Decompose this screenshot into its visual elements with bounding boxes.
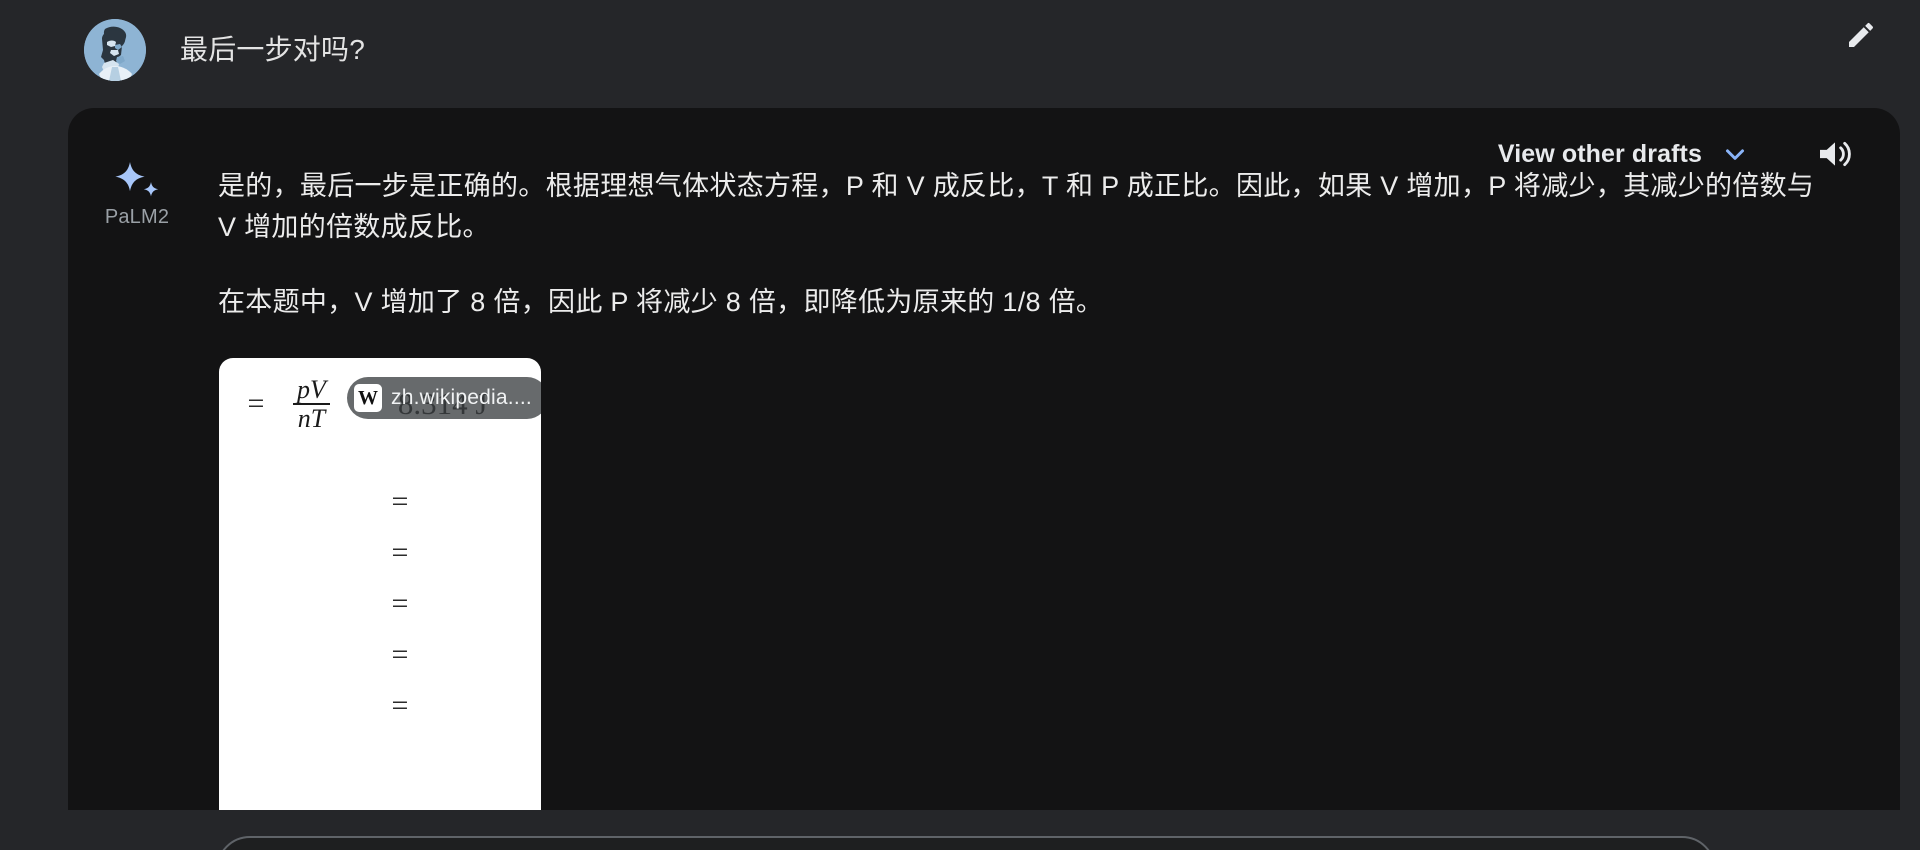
- answer-paragraph-2: 在本题中，V 增加了 8 倍，因此 P 将减少 8 倍，即降低为原来的 1/8 …: [218, 287, 1104, 317]
- equals-sign: =: [391, 536, 409, 569]
- answer-body: 是的，最后一步是正确的。根据理想气体状态方程，P 和 V 成反比，T 和 P 成…: [218, 166, 1840, 323]
- equals-sign: =: [247, 387, 265, 421]
- view-other-drafts-label: View other drafts: [1497, 139, 1702, 168]
- chevron-down-icon[interactable]: [1720, 139, 1750, 169]
- message-input-bar[interactable]: [216, 836, 1716, 850]
- formula-content: = pV nT 8.314 J = 0.0831ba = 0.0821a: [219, 358, 541, 810]
- equals-sign: =: [391, 638, 409, 671]
- chat-page: 最后一步对吗? View other drafts PaLM2 是的，最后一步是…: [0, 0, 1920, 850]
- edit-prompt-button[interactable]: [1838, 12, 1884, 58]
- equals-sign: =: [391, 587, 409, 620]
- ideal-gas-constant-formula-image[interactable]: = pV nT 8.314 J = 0.0831ba = 0.0821a: [219, 358, 541, 810]
- source-attribution-chip[interactable]: W zh.wikipedia....: [347, 377, 541, 419]
- formula-row: = 8.31: [369, 637, 541, 673]
- response-card: View other drafts PaLM2 是的，最后一步是正确的。根据理想…: [68, 108, 1900, 810]
- pencil-icon: [1845, 19, 1877, 51]
- equals-sign: =: [391, 485, 409, 518]
- answer-paragraph-1: 是的，最后一步是正确的。根据理想气体状态方程，P 和 V 成反比，T 和 P 成…: [218, 171, 1815, 242]
- model-name-label: PaLM2: [104, 206, 170, 228]
- equals-sign: =: [391, 689, 409, 722]
- source-chip-label: zh.wikipedia....: [391, 386, 532, 409]
- fraction-denominator: nT: [293, 403, 330, 433]
- fraction-numerator: pV: [297, 375, 326, 404]
- formula-row: = 1.98: [369, 688, 541, 724]
- user-prompt-row: 最后一步对吗?: [0, 0, 1920, 100]
- sparkle-icon: [85, 160, 189, 204]
- formula-row: = 62.4mm: [369, 586, 541, 622]
- user-prompt-text: 最后一步对吗?: [180, 34, 365, 65]
- model-badge: PaLM2: [85, 160, 189, 229]
- formula-row: = 0.0821a: [369, 535, 541, 571]
- wikipedia-icon: W: [354, 384, 382, 412]
- pv-over-nt-fraction: pV nT: [293, 376, 330, 433]
- avatar: [84, 19, 146, 81]
- formula-row: = 0.0831ba: [369, 484, 541, 520]
